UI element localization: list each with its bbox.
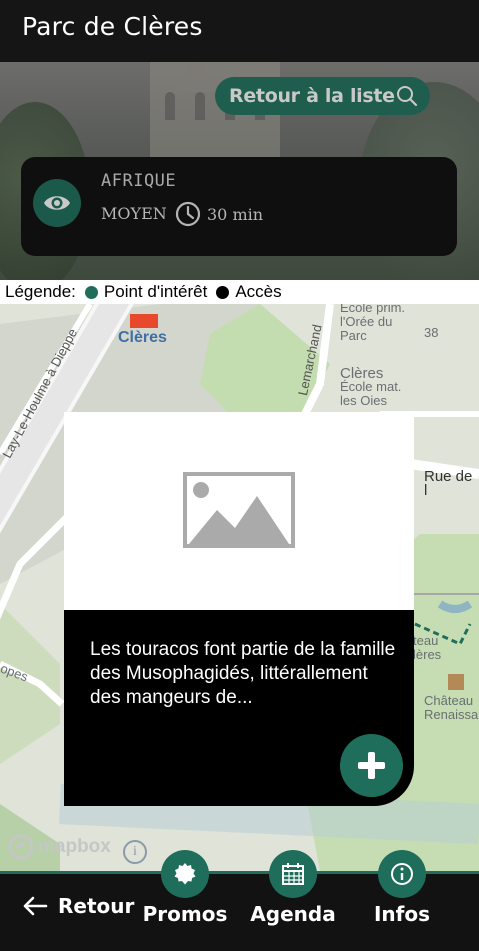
back-to-list-button[interactable]: Retour à la liste [215, 77, 430, 115]
mapbox-logo-icon [8, 834, 34, 860]
map-label-station: Clères [118, 329, 167, 346]
legend-bar: Légende: Point d'intérêt Accès [0, 280, 479, 304]
popup-description: Les touracos font partie de la famille d… [90, 639, 396, 708]
image-placeholder-icon [183, 472, 295, 548]
arrow-left-icon [23, 896, 48, 916]
tab-label-promos: Promos [142, 902, 228, 926]
infos-badge [378, 850, 426, 898]
legend-label-poi: Point d'intérêt [103, 282, 208, 301]
clock-icon [175, 201, 201, 227]
agenda-badge [269, 850, 317, 898]
visibility-toggle[interactable] [33, 179, 81, 227]
more-info-button[interactable] [340, 734, 403, 797]
bottom-nav: Retour Promos Agenda Infos [0, 850, 479, 951]
legend-dot-access [216, 285, 230, 299]
mapbox-attribution[interactable]: mapbox [8, 834, 111, 860]
back-to-list-label: Retour à la liste [229, 85, 395, 107]
badge-icon [174, 863, 196, 885]
back-button[interactable]: Retour [22, 894, 134, 918]
castle-spire [178, 62, 214, 92]
map-label-rue: Rue de l [424, 468, 473, 499]
map-label-chateau-renaissance: Château Renaissa [424, 693, 479, 722]
poi-card[interactable]: AFRIQUE MOYEN 30 min [21, 157, 457, 256]
tab-label-infos: Infos [373, 902, 431, 926]
castle-window [165, 92, 175, 120]
calendar-icon [282, 863, 304, 885]
legend-prefix: Légende: [5, 282, 76, 301]
tab-agenda[interactable]: Agenda [243, 850, 343, 950]
poi-name: AFRIQUE [101, 171, 177, 191]
map-label-chateau-old: teau lères [413, 633, 442, 662]
poi-popup[interactable]: Les touracos font partie de la famille d… [64, 412, 414, 806]
poi-duration: 30 min [207, 205, 264, 224]
map-label-school-prim: École prim. l'Orée du Parc [340, 304, 406, 343]
popup-image-placeholder [64, 412, 414, 610]
tab-label-agenda: Agenda [250, 902, 336, 926]
legend-label-access: Accès [235, 282, 282, 301]
map-label-school-mat: École mat. les Oies [340, 379, 402, 408]
map-label-number: 38 [424, 325, 439, 340]
mapbox-label: mapbox [38, 836, 111, 857]
castle-window [195, 92, 205, 120]
eye-icon [44, 196, 70, 210]
promos-badge [161, 850, 209, 898]
poi-difficulty: MOYEN [101, 204, 167, 223]
app-header: Parc de Clères [0, 0, 479, 62]
info-icon [391, 863, 413, 885]
back-label: Retour [58, 894, 135, 918]
tab-promos[interactable]: Promos [135, 850, 235, 950]
tab-infos[interactable]: Infos [352, 850, 452, 950]
page-title: Parc de Clères [22, 12, 203, 41]
legend-dot-poi [84, 285, 98, 299]
search-icon [397, 86, 418, 107]
